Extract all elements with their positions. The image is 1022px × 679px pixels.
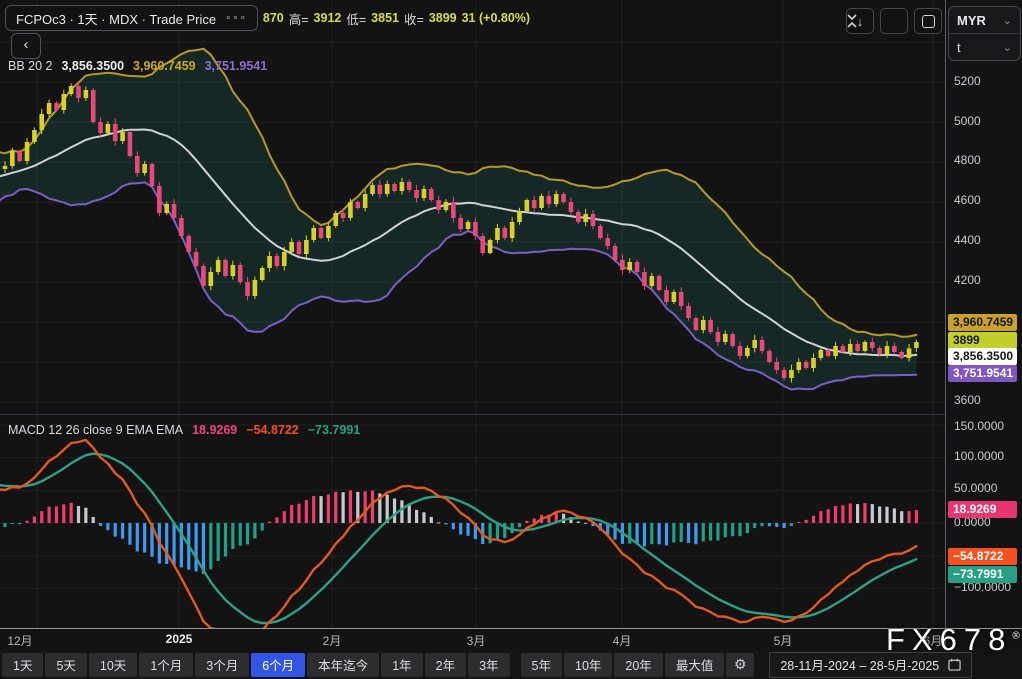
time-label-5月: 5月 xyxy=(773,634,793,648)
chart-legend: FCPOc3 · 1天 · MDX · Trade Price ∘∘∘ 870 … xyxy=(5,5,530,31)
bb-basis-badge: 3,856.3500 xyxy=(948,348,1017,365)
currency-value: MYR xyxy=(957,12,986,28)
chevron-left-icon: ‹ xyxy=(23,36,29,53)
change-value: 31 (+0.80%) xyxy=(461,11,531,25)
ohlc-readout: 870 高= 3912 低= 3851 收= 3899 31 (+0.80%) xyxy=(263,9,530,28)
range-button-1y[interactable]: 1年 xyxy=(381,652,423,677)
range-button-10y[interactable]: 10年 xyxy=(564,652,613,677)
range-button-ytd[interactable]: 本年迄今 xyxy=(307,652,380,677)
open-value: 870 xyxy=(262,11,284,25)
macd-signal-badge: −73.7991 xyxy=(948,566,1017,583)
more-options-icon[interactable]: ∘∘∘ xyxy=(225,13,247,24)
bb-title: BB 20 2 xyxy=(8,59,53,73)
axis-corner-divider xyxy=(945,629,946,651)
price-axis[interactable]: MYR ⌄ t ⌄ 5200 5000 4800 4600 4400 4200 3600 15… xyxy=(945,0,1022,628)
currency-dropdown[interactable]: MYR ⌄ xyxy=(949,7,1020,33)
range-button-2y[interactable]: 2年 xyxy=(424,652,467,677)
settings-button[interactable]: ⚙ xyxy=(726,652,755,677)
time-label-12月: 12月 xyxy=(7,634,33,648)
unit-dropdown[interactable]: t ⌄ xyxy=(949,33,1020,60)
bb-lower-badge: 3,751.9541 xyxy=(948,365,1017,382)
price-tick-4800: 4800 xyxy=(954,153,981,167)
range-button-3m[interactable]: 3个月 xyxy=(195,652,250,677)
range-toolbar: 1天 5天 10天 1个月 3个月 6个月 本年迄今 1年 2年 3年 5年 10年 20年 最大值 ⚙ 28… xyxy=(0,650,1022,679)
pane-divider[interactable] xyxy=(0,414,945,415)
calendar-icon xyxy=(948,658,961,671)
back-button[interactable]: ‹ xyxy=(11,33,41,59)
last-price-badge: 3899 xyxy=(948,332,1017,349)
low-value: 3851 xyxy=(371,11,399,25)
macd-legend: MACD 12 26 close 9 EMA EMA 18.9269 −54.8… xyxy=(8,423,360,437)
price-tick-4200: 4200 xyxy=(954,273,981,287)
macd-line-value: −54.8722 xyxy=(246,423,299,437)
gear-icon: ⚙ xyxy=(734,656,747,672)
range-button-1m[interactable]: 1个月 xyxy=(139,652,194,677)
high-value: 3912 xyxy=(313,11,342,25)
close-label: 收= xyxy=(403,12,424,27)
macd-pane[interactable] xyxy=(0,415,945,628)
high-label: 高= xyxy=(288,12,309,27)
time-label-2025: 2025 xyxy=(165,632,193,646)
chevron-down-icon: ⌄ xyxy=(1002,41,1012,54)
macd-tick-150.0000: 150.0000 xyxy=(954,419,1005,433)
maximize-icon xyxy=(921,14,935,28)
macd-tick-100.0000: 100.0000 xyxy=(954,449,1005,463)
time-label-2月: 2月 xyxy=(322,634,342,648)
macd-title: MACD 12 26 close 9 EMA EMA xyxy=(8,423,184,437)
time-label-4月: 4月 xyxy=(612,634,632,648)
range-button-5d[interactable]: 5天 xyxy=(45,652,87,677)
chevron-down-icon: ⌄ xyxy=(1002,14,1012,27)
macd-signal-value: −73.7991 xyxy=(307,423,361,437)
bb-upper-value: 3,960.7459 xyxy=(133,59,196,73)
currency-unit-panel: MYR ⌄ t ⌄ xyxy=(948,6,1021,61)
bb-upper-badge: 3,960.7459 xyxy=(948,314,1017,331)
range-button-1d[interactable]: 1天 xyxy=(2,652,44,677)
bb-legend: BB 20 2 3,856.3500 3,960.7459 3,751.9541 xyxy=(8,59,267,73)
price-tick-5200: 5200 xyxy=(954,74,981,88)
pane-controls: ↓ xyxy=(846,8,942,34)
range-button-5y[interactable]: 5年 xyxy=(520,652,562,677)
macd-hist-value: 18.9269 xyxy=(192,423,238,437)
time-label-3月: 3月 xyxy=(466,634,486,648)
symbol-selector[interactable]: FCPOc3 · 1天 · MDX · Trade Price ∘∘∘ xyxy=(5,5,258,31)
range-button-6m[interactable]: 6个月 xyxy=(251,652,306,677)
range-button-20y[interactable]: 20年 xyxy=(614,652,663,677)
chart-area[interactable]: FCPOc3 · 1天 · MDX · Trade Price ∘∘∘ 870 … xyxy=(0,0,945,628)
bb-basis-value: 3,856.3500 xyxy=(61,59,125,73)
range-button-10d[interactable]: 10天 xyxy=(88,652,138,677)
collapse-icon xyxy=(847,14,857,28)
price-tick-3600: 3600 xyxy=(954,393,981,407)
price-tick-4600: 4600 xyxy=(954,193,981,207)
time-label-6月: 6月 xyxy=(923,634,943,648)
macd-hist-badge: 18.9269 xyxy=(948,501,1017,518)
macd-line-badge: −54.8722 xyxy=(948,548,1017,565)
price-tick-4400: 4400 xyxy=(954,233,981,247)
time-axis[interactable]: 12月 2025 2月 3月 4月 5月 6月 xyxy=(0,628,1022,651)
maximize-pane-button[interactable] xyxy=(914,8,942,34)
trading-chart-app: FCPOc3 · 1天 · MDX · Trade Price ∘∘∘ 870 … xyxy=(0,0,1022,679)
macd-tick-50.0000: 50.0000 xyxy=(954,481,998,495)
date-range-picker[interactable]: 28-11月-2024 – 28-5月-2025 xyxy=(769,651,973,678)
range-button-max[interactable]: 最大值 xyxy=(664,652,725,677)
range-button-3y[interactable]: 3年 xyxy=(468,652,510,677)
date-range-value: 28-11月-2024 – 28-5月-2025 xyxy=(780,659,940,673)
close-value: 3899 xyxy=(428,11,457,25)
collapse-pane-button[interactable] xyxy=(847,8,908,34)
bb-lower-value: 3,751.9541 xyxy=(204,59,268,73)
low-label: 低= xyxy=(346,12,367,27)
symbol-title: FCPOc3 · 1天 · MDX · Trade Price xyxy=(16,11,217,27)
price-tick-5000: 5000 xyxy=(954,114,981,128)
unit-value: t xyxy=(957,39,961,55)
